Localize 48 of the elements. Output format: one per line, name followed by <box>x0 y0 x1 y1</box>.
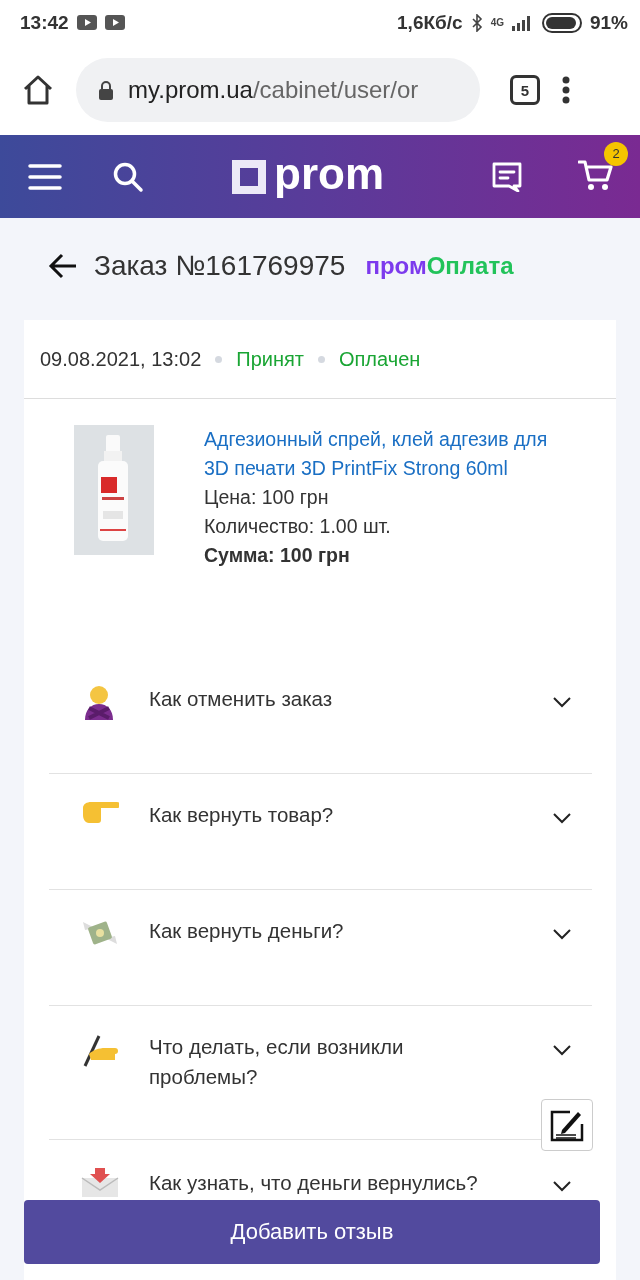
order-status: Принят <box>236 347 304 371</box>
more-icon[interactable] <box>562 76 570 104</box>
faq-item[interactable]: Как узнать, что деньги вернулись? <box>49 1168 592 1198</box>
address-bar[interactable]: my.prom.ua/cabinet/user/or <box>76 58 480 122</box>
home-icon[interactable] <box>22 75 54 105</box>
bluetooth-icon <box>470 13 483 32</box>
faq-question: Как узнать, что деньги вернулись? <box>149 1170 479 1196</box>
url-path: /cabinet/user/or <box>252 76 419 104</box>
faq-question: Как отменить заказ <box>149 686 334 712</box>
faq-question: Что делать, если возникли проблемы? <box>149 1034 405 1090</box>
separator-dot <box>318 355 325 363</box>
faq-item[interactable]: Что делать, если возникли проблемы? <box>49 1032 592 1092</box>
product-link[interactable]: Адгезионный спрей, клей адгезив для 3D печати 3D PrintFix Strong 60ml <box>204 425 576 483</box>
chat-icon[interactable] <box>492 161 522 192</box>
payment-logo-suffix: Оплата <box>426 252 514 279</box>
faq-question: Как вернуть деньги? <box>149 918 345 944</box>
back-arrow-icon[interactable] <box>48 253 78 279</box>
order-title: Заказ №161769975 <box>94 250 346 282</box>
network-type: 4G <box>490 17 504 28</box>
faq-item[interactable]: Как вернуть товар? <box>49 800 592 830</box>
separator-dot <box>215 355 223 363</box>
tab-count[interactable]: 5 <box>510 75 540 105</box>
pointing-hand-icon <box>81 800 119 824</box>
battery-icon <box>541 12 582 33</box>
faq-item[interactable]: Как вернуть деньги? <box>49 916 592 950</box>
payment-logo-prefix: пром <box>365 252 427 279</box>
envelope-icon <box>81 1168 119 1198</box>
search-icon[interactable] <box>112 160 144 193</box>
video-app-icon <box>104 15 125 30</box>
network-speed: 1,6Кб/с <box>397 11 463 34</box>
order-date: 09.08.2021, 13:02 <box>40 347 202 371</box>
feedback-edit-button[interactable] <box>541 1099 593 1151</box>
menu-icon[interactable] <box>28 162 62 191</box>
cart-badge: 2 <box>604 141 628 166</box>
battery-level: 91% <box>589 11 628 34</box>
product-total: Сумма: 100 грн <box>204 543 351 568</box>
product-quantity: Количество: 1.00 шт. <box>204 514 392 539</box>
add-review-button[interactable]: Добавить отзыв <box>24 1200 600 1264</box>
cart-icon[interactable] <box>578 157 614 192</box>
faq-question: Как вернуть товар? <box>149 802 335 828</box>
lock-icon <box>98 80 114 100</box>
faq-item[interactable]: Как отменить заказ <box>49 684 592 722</box>
video-app-icon <box>76 15 97 30</box>
url-host: my.prom.ua <box>128 76 253 104</box>
clock: 13:42 <box>20 11 69 34</box>
product-price: Цена: 100 грн <box>204 485 330 510</box>
order-status: Оплачен <box>339 347 421 371</box>
logo-text[interactable]: prom <box>274 151 384 196</box>
